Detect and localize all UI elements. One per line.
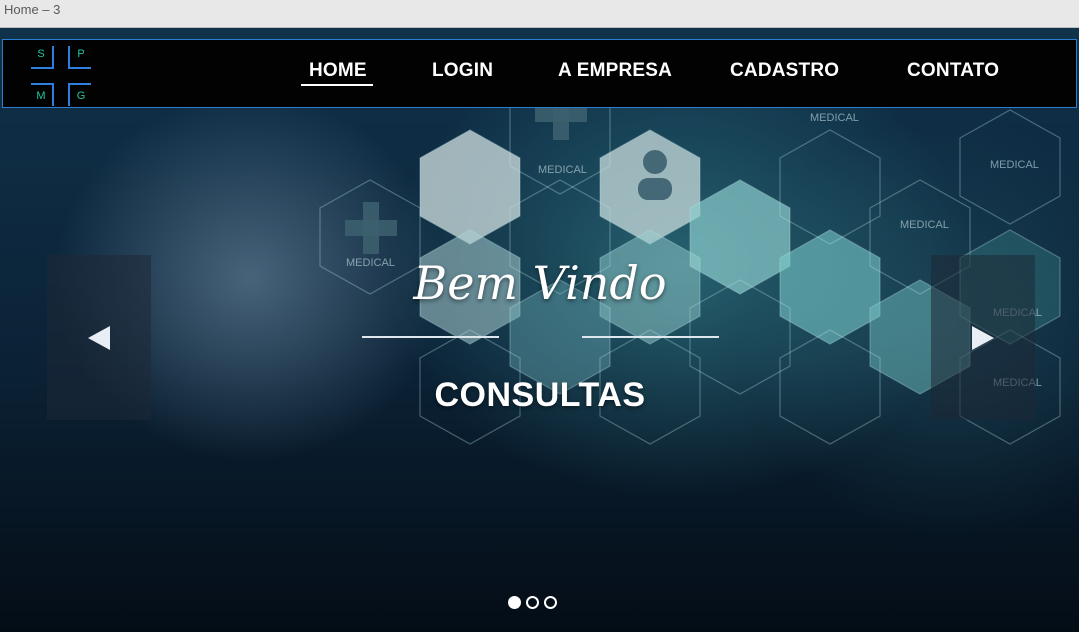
carousel-dot-2[interactable] xyxy=(526,596,539,609)
logo-letter-p: P xyxy=(77,48,85,60)
window-title: Home – 3 xyxy=(0,0,1079,27)
carousel-next-button[interactable] xyxy=(931,255,1035,420)
svg-text:MEDICAL: MEDICAL xyxy=(990,159,1039,171)
svg-text:MEDICAL: MEDICAL xyxy=(900,219,949,231)
active-nav-indicator xyxy=(301,84,373,86)
medical-hexagons-illustration: MEDICAL MEDICAL MEDICAL MEDICAL MEDICAL … xyxy=(319,79,1061,445)
logo-letter-s: S xyxy=(37,48,45,60)
nav-item-contato[interactable]: CONTATO xyxy=(907,60,999,82)
svg-text:MEDICAL: MEDICAL xyxy=(810,112,859,124)
nav-item-home[interactable]: HOME xyxy=(309,60,367,82)
main-navbar: S P M G HOME LOGIN A EMPRESA CADASTRO CO… xyxy=(2,39,1077,108)
carousel-dot-1[interactable] xyxy=(508,596,521,609)
chevron-left-icon xyxy=(88,325,110,350)
carousel-prev-button[interactable] xyxy=(47,255,151,420)
nav-item-cadastro[interactable]: CADASTRO xyxy=(730,60,839,82)
hero-divider-right xyxy=(582,336,719,338)
carousel-indicators xyxy=(508,596,557,614)
svg-text:MEDICAL: MEDICAL xyxy=(538,164,587,176)
carousel-dot-3[interactable] xyxy=(544,596,557,609)
nav-item-a-empresa[interactable]: A EMPRESA xyxy=(558,60,672,82)
logo-letter-m: M xyxy=(36,90,46,102)
hero-headline: CONSULTAS xyxy=(434,376,646,414)
nav-item-login[interactable]: LOGIN xyxy=(432,60,493,82)
chevron-right-icon xyxy=(972,325,994,350)
hero-divider-left xyxy=(362,336,499,338)
spmg-logo[interactable]: S P M G xyxy=(29,44,99,106)
logo-letter-g: G xyxy=(76,90,86,102)
hero-carousel: MEDICAL MEDICAL MEDICAL MEDICAL MEDICAL … xyxy=(0,27,1079,632)
hero-welcome-text: Bem Vindo xyxy=(413,256,667,310)
